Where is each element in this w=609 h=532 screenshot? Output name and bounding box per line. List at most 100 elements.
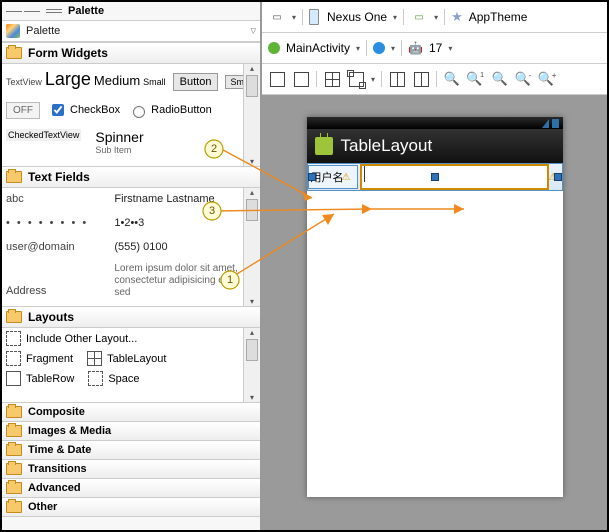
folder-icon (6, 444, 22, 456)
folder-icon (6, 311, 22, 323)
zoom-in[interactable]: 🔍 (539, 70, 557, 88)
button-widget[interactable]: Button (173, 73, 219, 91)
section-other[interactable]: Other (2, 497, 260, 517)
dropdown-icon[interactable]: ▾ (356, 44, 360, 53)
action-bar: TableLayout (307, 129, 563, 163)
scroll-down-icon[interactable]: ▾ (250, 157, 254, 166)
section-text-fields[interactable]: Text Fields (2, 166, 260, 188)
scroll-thumb[interactable] (246, 199, 258, 221)
radiobutton-widget[interactable]: RadioButton (128, 103, 212, 118)
tablerow-widget[interactable]: TableRow (6, 371, 74, 386)
person-name-widget[interactable]: Firstname Lastname (114, 193, 239, 205)
section-label: Transitions (28, 463, 87, 475)
email-widget[interactable]: user@domain (6, 239, 114, 255)
zoom-out[interactable]: 🔍 (515, 70, 533, 88)
dropdown-icon[interactable]: ▾ (371, 75, 375, 84)
dropdown-icon[interactable]: ▾ (434, 13, 438, 22)
config-chooser[interactable]: ▭ (268, 8, 286, 26)
toggle-viewport-2[interactable] (292, 70, 310, 88)
scroll-thumb[interactable] (246, 339, 258, 361)
text-fields-content: abc Firstname Lastname • • • • • • • • 1… (2, 188, 243, 306)
address-widget[interactable]: Address (6, 285, 114, 299)
password-widget[interactable]: • • • • • • • • (6, 215, 114, 231)
section-transitions[interactable]: Transitions (2, 459, 260, 478)
form-widgets-content: TextView Large Medium Small Button Small… (2, 64, 243, 166)
theme-selector[interactable]: AppTheme (469, 10, 528, 24)
dropdown-icon[interactable]: ▾ (391, 44, 395, 53)
toolbar-row-3: ▾ 🔍 🔍 🔍 🔍 🔍 (262, 64, 607, 95)
folder-icon (6, 171, 22, 183)
section-label: Layouts (28, 310, 74, 324)
star-icon: ★ (451, 9, 463, 25)
palette-view-selector[interactable]: Palette ▽ (2, 21, 260, 42)
section-label: Text Fields (28, 170, 90, 184)
textview-label[interactable]: TextView (6, 77, 42, 87)
scroll-down-icon[interactable]: ▾ (250, 297, 254, 306)
orientation-button[interactable]: ▭ (410, 8, 428, 26)
section-label: Advanced (28, 482, 81, 494)
phone-widget[interactable]: (555) 0100 (114, 241, 239, 253)
folder-icon (6, 463, 22, 475)
tablerow-view[interactable]: 用户名⚠ ⚠ (307, 163, 563, 191)
tablelayout-widget[interactable]: TableLayout (87, 351, 166, 366)
dropdown-icon[interactable]: ▾ (393, 13, 397, 22)
textview-medium[interactable]: Medium (94, 73, 140, 88)
small-button-widget[interactable]: Small (225, 75, 243, 89)
togglebutton-widget[interactable]: OFF (6, 102, 40, 119)
zoom-reset[interactable]: 🔍 (491, 70, 509, 88)
include-icon (6, 331, 21, 346)
status-bar (307, 117, 563, 129)
section-label: Time & Date (28, 444, 91, 456)
editor-root: Palette Palette ▽ Form Widgets TextView … (0, 0, 609, 532)
dropdown-icon[interactable]: ▾ (448, 44, 452, 53)
section-images-media[interactable]: Images & Media (2, 421, 260, 440)
activity-selector[interactable]: MainActivity (286, 41, 350, 55)
column-1[interactable] (388, 70, 406, 88)
include-layout-widget[interactable]: Include Other Layout... (6, 331, 137, 346)
scrollbar[interactable]: ▴ ▾ (243, 328, 260, 402)
device-frame: TableLayout 用户名⚠ ⚠ (307, 117, 563, 497)
scroll-up-icon[interactable]: ▴ (250, 328, 254, 337)
scrollbar[interactable]: ▴ ▾ (243, 188, 260, 306)
section-form-widgets[interactable]: Form Widgets (2, 42, 260, 64)
radio-input[interactable] (133, 106, 145, 118)
space-widget[interactable]: Space (88, 371, 139, 386)
selection-handle[interactable] (554, 173, 562, 181)
multiline-text-widget[interactable]: Lorem ipsum dolor sit amet, consectetur … (114, 263, 239, 299)
section-advanced[interactable]: Advanced (2, 478, 260, 497)
scroll-up-icon[interactable]: ▴ (250, 64, 254, 73)
toggle-viewport[interactable] (268, 70, 286, 88)
layout-bounds[interactable] (323, 70, 341, 88)
api-selector[interactable]: 17 (429, 41, 442, 55)
zoom-100[interactable]: 🔍 (467, 70, 485, 88)
canvas[interactable]: TableLayout 用户名⚠ ⚠ (262, 95, 607, 530)
selection-handle[interactable] (431, 173, 439, 181)
locale-icon[interactable] (373, 42, 385, 54)
dropdown-icon[interactable]: ▾ (292, 13, 296, 22)
scroll-down-icon[interactable]: ▾ (250, 393, 254, 402)
app-title: TableLayout (341, 136, 433, 156)
checkedtextview-widget[interactable]: CheckedTextView (6, 129, 81, 141)
device-selector[interactable]: Nexus One (327, 10, 387, 24)
textview-large[interactable]: Large (45, 69, 91, 90)
folder-icon (6, 47, 22, 59)
layouts-content: Include Other Layout... Fragment TableLa… (2, 328, 243, 402)
plain-text-widget[interactable]: abc (6, 191, 114, 207)
selection-handle[interactable] (308, 173, 316, 181)
fragment-widget[interactable]: Fragment (6, 351, 73, 366)
scroll-up-icon[interactable]: ▴ (250, 188, 254, 197)
zoom-fit[interactable]: 🔍 (443, 70, 461, 88)
section-time-date[interactable]: Time & Date (2, 440, 260, 459)
password-numeric-widget[interactable]: 1•2••3 (114, 217, 239, 229)
tablelayout-view[interactable]: 用户名⚠ ⚠ (307, 163, 563, 191)
checkbox-widget[interactable]: CheckBox (48, 101, 120, 119)
spinner-widget[interactable]: Spinner Sub Item (95, 129, 143, 155)
checkbox-input[interactable] (52, 104, 64, 116)
section-composite[interactable]: Composite (2, 402, 260, 421)
expand-button[interactable] (347, 70, 365, 88)
column-2[interactable] (412, 70, 430, 88)
scrollbar[interactable]: ▴ ▾ (243, 64, 260, 166)
textview-small[interactable]: Small (143, 77, 166, 87)
section-layouts[interactable]: Layouts (2, 306, 260, 328)
scroll-thumb[interactable] (246, 75, 258, 97)
